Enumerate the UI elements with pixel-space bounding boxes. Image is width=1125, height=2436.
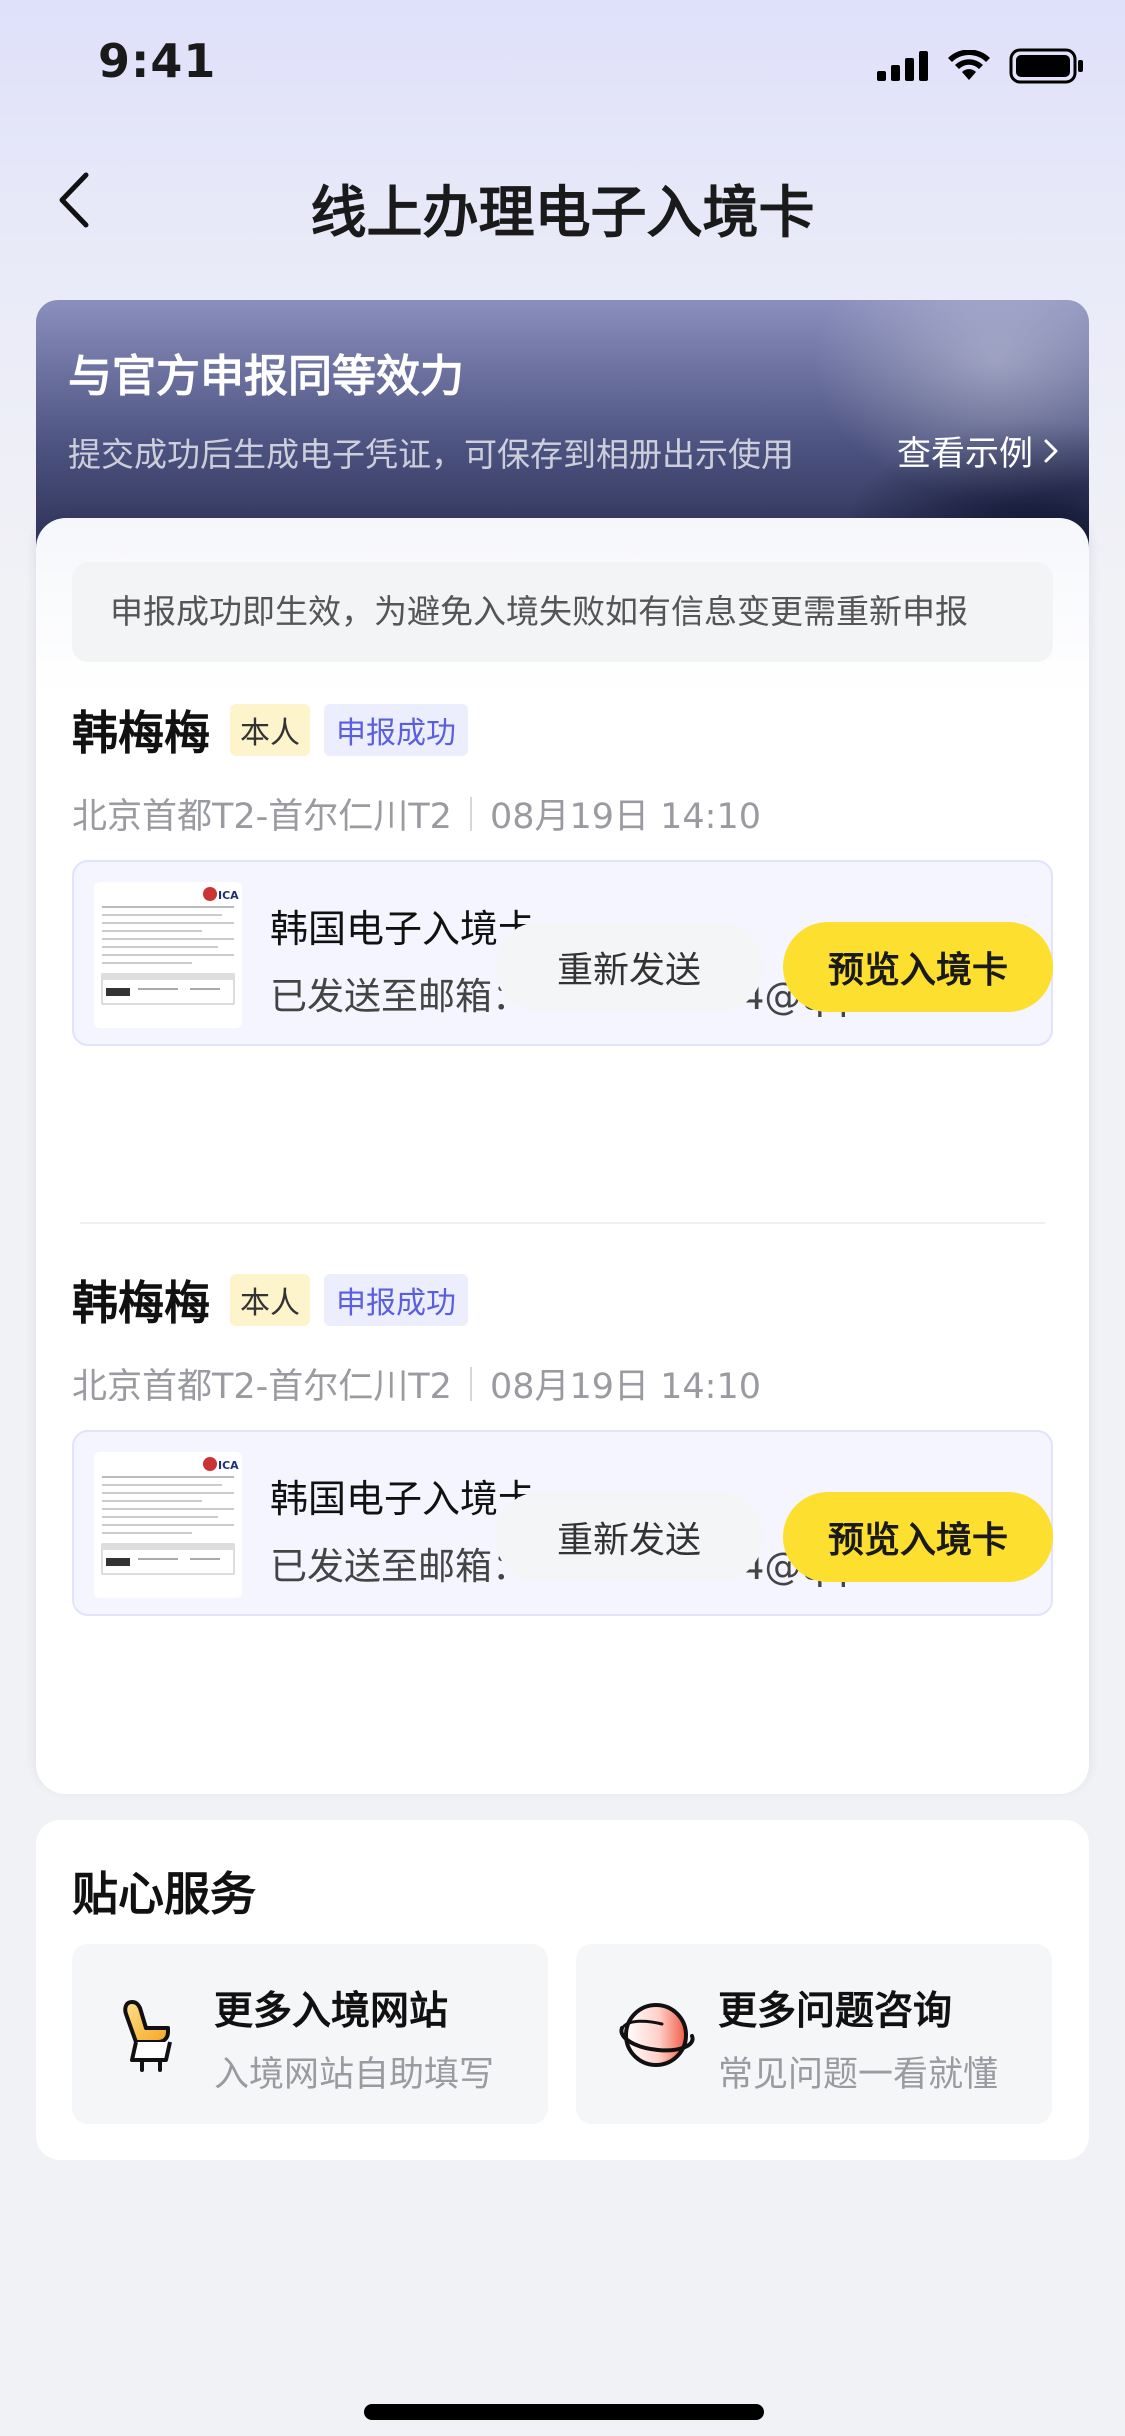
document-thumbnail: ICA [94,882,242,1028]
banner-subtitle: 提交成功后生成电子凭证，可保存到相册出示使用 [68,435,794,474]
route-divider [469,1366,472,1401]
document-thumbnail-icon: ICA [94,882,242,1028]
status-badge: 申报成功 [324,1274,468,1326]
services-title: 贴心服务 [72,1867,256,1921]
planet-icon [616,1990,700,2080]
traveler-name: 韩梅梅 [72,706,210,760]
entry-header: 韩梅梅 本人 申报成功 [72,700,468,760]
declaration-card: 申报成功即生效，为避免入境失败如有信息变更需重新申报 韩梅梅 本人 申报成功 北… [36,518,1089,1794]
route-text: 北京首都T2-首尔仁川T2 [72,1367,452,1407]
banner-title: 与官方申报同等效力 [68,351,464,402]
service-item-title: 更多入境网站 [214,1989,449,2034]
view-example-link[interactable]: 查看示例 [897,426,1059,475]
route-divider [469,796,472,831]
document-thumbnail-icon: ICA [94,1452,242,1598]
services-card: 贴心服务 更多入境网站 入境网站自助填写 更多问题咨询 常见问题一看就懂 [36,1820,1089,2160]
status-badge: 申报成功 [324,704,468,756]
document-thumbnail: ICA [94,1452,242,1598]
declaration-entry: 韩梅梅 本人 申报成功 北京首都T2-首尔仁川T2 08月19日 14:10 I… [72,1270,1053,1770]
svg-text:ICA: ICA [218,1459,239,1472]
datetime-text: 08月19日 14:10 [489,797,761,837]
seat-icon [112,1990,196,2080]
chevron-right-icon [1044,439,1058,462]
status-time: 9:41 [98,34,217,88]
document-title: 韩国电子入境卡 [270,1477,537,1521]
wifi-icon [948,50,990,80]
preview-entry-card-button[interactable]: 预览入境卡 [783,1492,1053,1582]
entry-divider [80,1222,1045,1224]
service-item-subtitle: 入境网站自助填写 [214,2055,495,2095]
signal-icon [877,51,928,81]
document-title: 韩国电子入境卡 [270,907,537,951]
notice-banner: 申报成功即生效，为避免入境失败如有信息变更需重新申报 [72,562,1053,662]
service-item-title: 更多问题咨询 [718,1989,953,2034]
route-info: 北京首都T2-首尔仁川T2 08月19日 14:10 [72,1358,761,1409]
page-title: 线上办理电子入境卡 [310,181,815,246]
preview-entry-card-button[interactable]: 预览入境卡 [783,922,1053,1012]
view-example-label: 查看示例 [897,434,1033,474]
route-text: 北京首都T2-首尔仁川T2 [72,797,452,837]
traveler-name: 韩梅梅 [72,1276,210,1330]
svg-text:ICA: ICA [218,889,239,902]
datetime-text: 08月19日 14:10 [489,1367,761,1407]
service-more-websites[interactable]: 更多入境网站 入境网站自助填写 [72,1944,548,2124]
battery-icon [1009,48,1083,84]
self-tag: 本人 [230,704,310,756]
route-info: 北京首都T2-首尔仁川T2 08月19日 14:10 [72,788,761,839]
resend-button[interactable]: 重新发送 [495,922,763,1012]
home-indicator [364,2404,764,2420]
resend-button[interactable]: 重新发送 [495,1492,763,1582]
service-item-subtitle: 常见问题一看就懂 [718,2055,999,2095]
self-tag: 本人 [230,1274,310,1326]
service-faq[interactable]: 更多问题咨询 常见问题一看就懂 [576,1944,1052,2124]
status-icons [877,48,1085,84]
entry-header: 韩梅梅 本人 申报成功 [72,1270,468,1330]
declaration-entry: 韩梅梅 本人 申报成功 北京首都T2-首尔仁川T2 08月19日 14:10 I… [72,700,1053,1200]
